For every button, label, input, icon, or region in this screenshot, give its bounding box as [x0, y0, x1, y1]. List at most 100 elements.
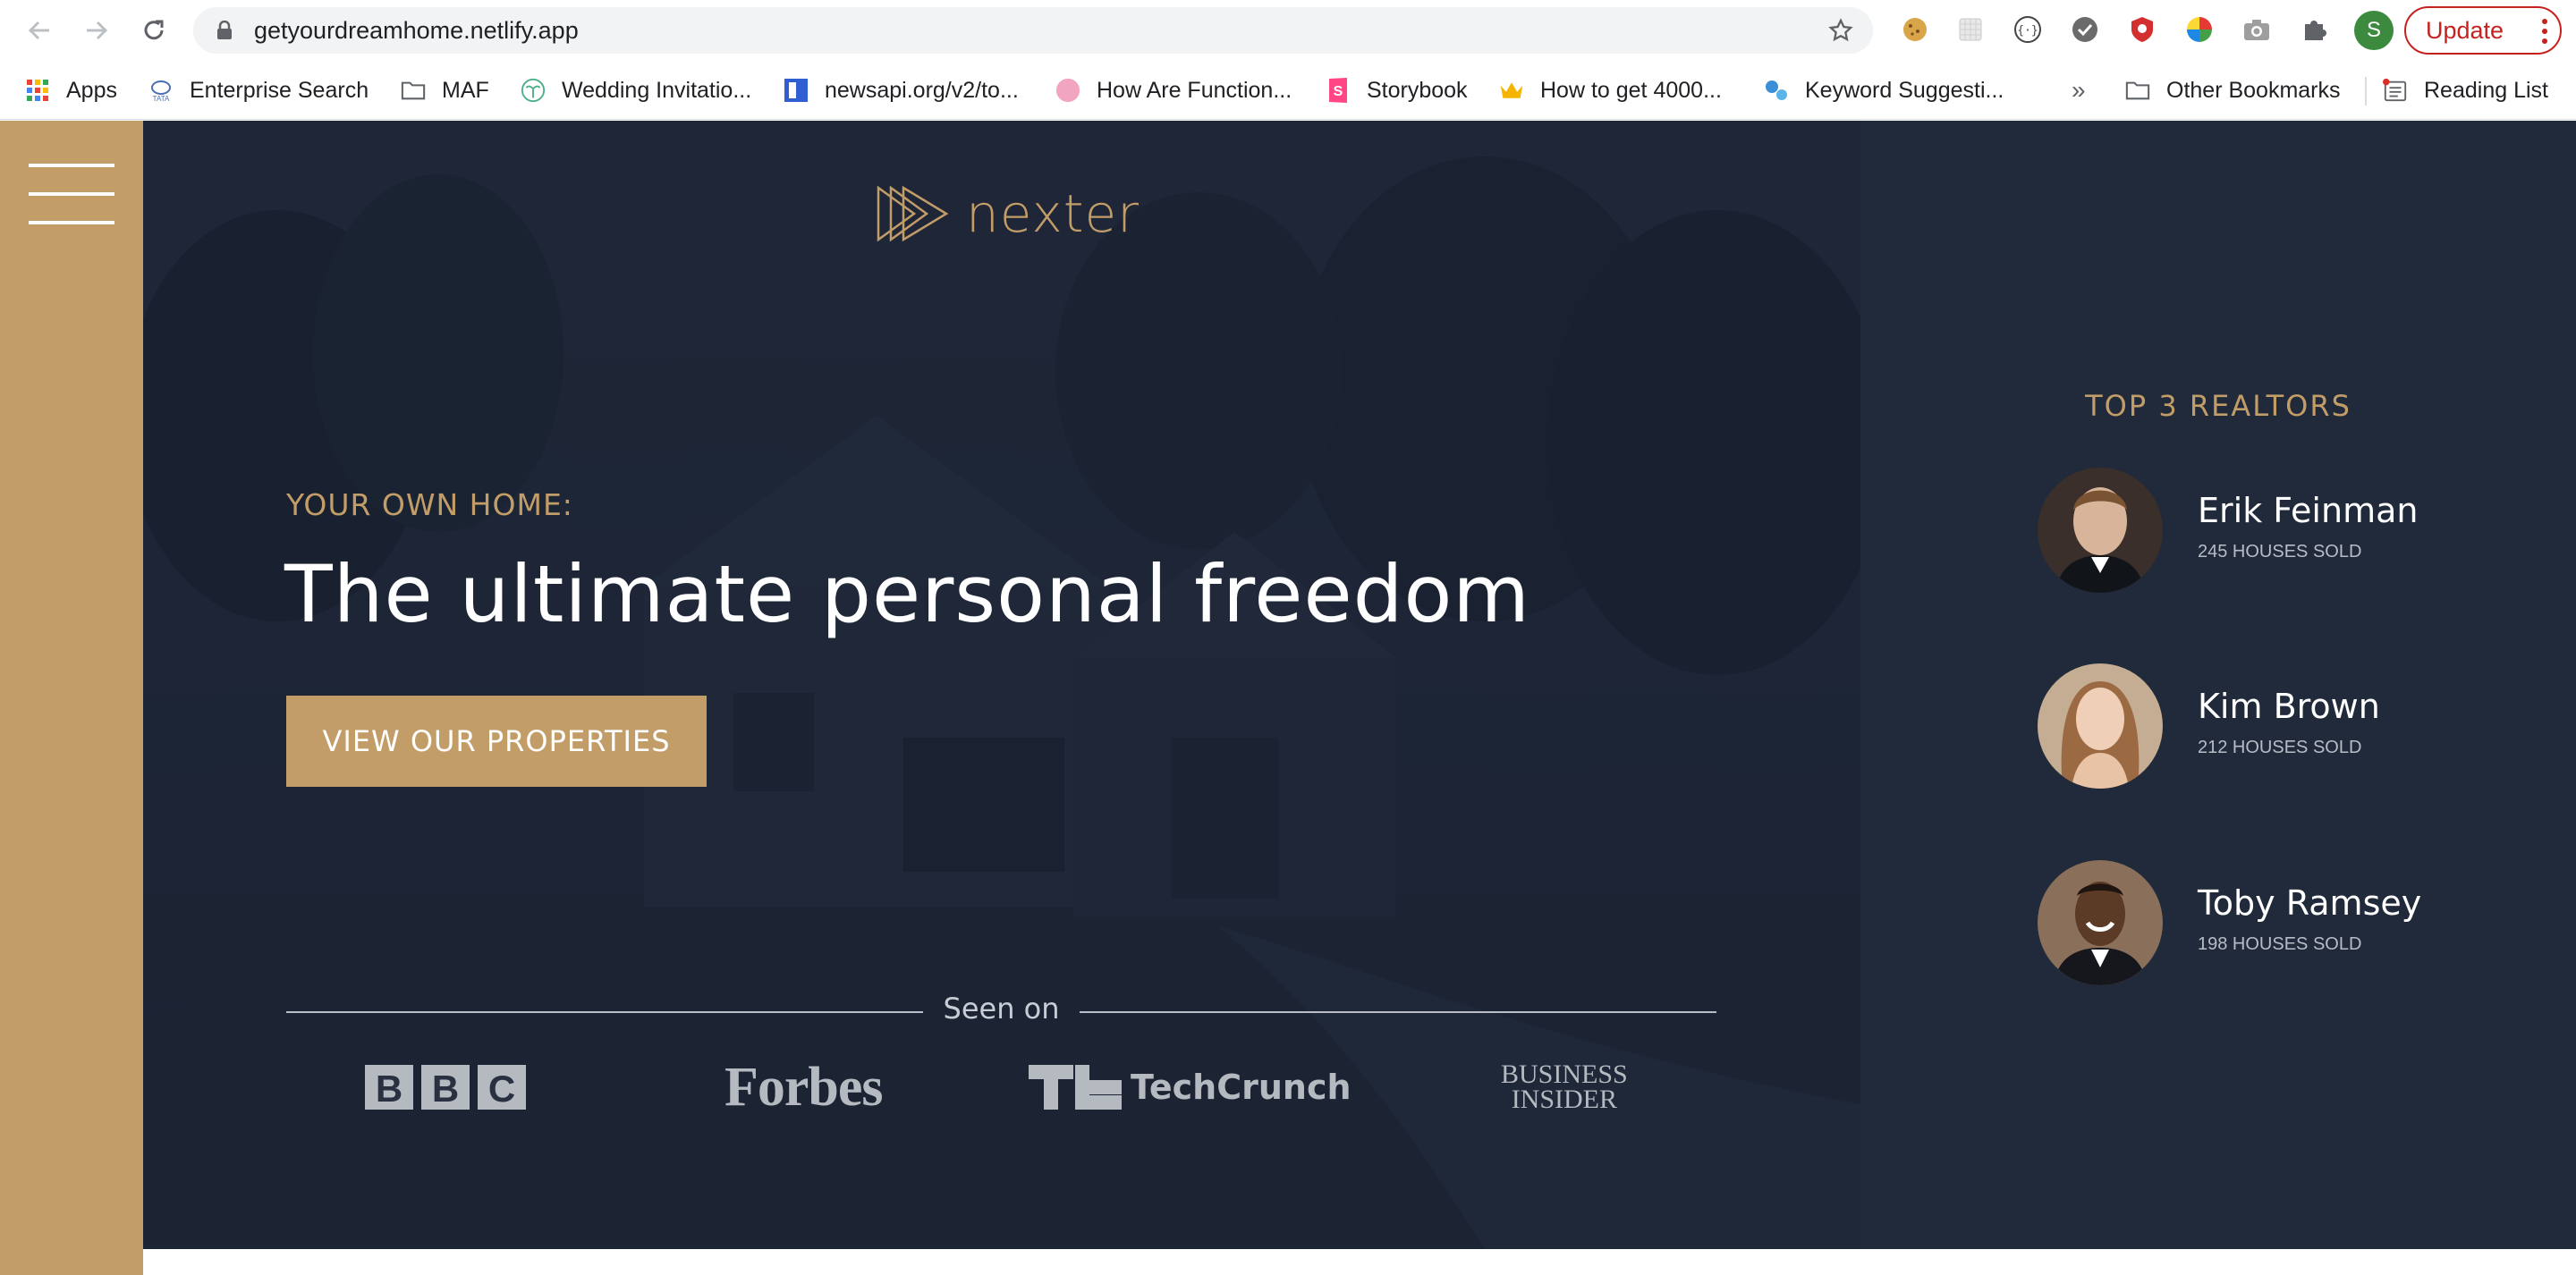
- reload-icon: [144, 20, 164, 40]
- realtor-avatar: [2038, 468, 2163, 593]
- back-arrow-icon: [28, 21, 49, 40]
- profile-avatar[interactable]: S: [2354, 11, 2394, 50]
- business-insider-line-2: INSIDER: [1511, 1085, 1618, 1114]
- realtor-avatar: [2038, 860, 2163, 985]
- hero-section: nexter YOUR OWN HOME: The ultimate perso…: [143, 121, 1860, 1249]
- play-arrows-logo-icon: [877, 186, 949, 241]
- shield-icon[interactable]: [2127, 14, 2157, 45]
- address-bar[interactable]: getyourdreamhome.netlify.app: [193, 7, 1873, 54]
- svg-text:B: B: [376, 1068, 402, 1110]
- bookmark-label: MAF: [442, 77, 489, 103]
- crown-icon: [1499, 78, 1524, 103]
- view-properties-button[interactable]: VIEW OUR PROPERTIES: [286, 696, 707, 787]
- forward-button[interactable]: [79, 13, 114, 48]
- realtors-title: TOP 3 REALTORS: [2085, 389, 2351, 423]
- bookmark-label: How Are Function...: [1097, 77, 1292, 103]
- code-braces-icon[interactable]: {·}: [2012, 14, 2043, 45]
- sidebar: [0, 121, 143, 1275]
- hero-title: The ultimate personal freedom: [284, 548, 1530, 640]
- bookmark-enterprise-search[interactable]: TATA Enterprise Search: [148, 73, 369, 107]
- business-insider-logo: BUSINESS INSIDER: [1501, 1055, 1628, 1119]
- svg-text:B: B: [432, 1068, 459, 1110]
- bookmark-label: Other Bookmarks: [2166, 77, 2341, 103]
- color-wheel-icon[interactable]: [2184, 14, 2215, 45]
- bookmark-keyword[interactable]: Keyword Suggesti...: [1764, 73, 2004, 107]
- back-button[interactable]: [21, 13, 57, 48]
- bookmark-newsapi[interactable]: newsapi.org/v2/to...: [784, 73, 1019, 107]
- realtor-houses-sold: 212 HOUSES SOLD: [2198, 738, 2362, 757]
- tata-icon: TATA: [148, 78, 174, 103]
- puzzle-icon[interactable]: [2299, 14, 2329, 45]
- bookmark-apps[interactable]: Apps: [25, 73, 117, 107]
- bookmark-label: newsapi.org/v2/to...: [825, 77, 1019, 103]
- realtor-name: Toby Ramsey: [2198, 883, 2422, 923]
- techcrunch-text: TechCrunch: [1131, 1068, 1352, 1107]
- bookmark-label: Wedding Invitatio...: [562, 77, 752, 103]
- bookmark-functions[interactable]: How Are Function...: [1055, 73, 1292, 107]
- realtor-card[interactable]: Erik Feinman 245 HOUSES SOLD: [2038, 468, 2538, 593]
- url-text: getyourdreamhome.netlify.app: [254, 17, 579, 44]
- browser-toolbar: getyourdreamhome.netlify.app {·} S Updat…: [0, 0, 2576, 61]
- bookmarks-overflow[interactable]: »: [2072, 73, 2086, 107]
- bookmark-divider: [2365, 77, 2367, 106]
- bookmark-label: Reading List: [2424, 77, 2548, 103]
- hero-subtitle: YOUR OWN HOME:: [286, 487, 573, 522]
- realtors-panel: TOP 3 REALTORS Erik Feinman 245 HOUSES S…: [1860, 121, 2576, 1249]
- reading-list-icon: [2383, 78, 2408, 103]
- realtor-houses-sold: 245 HOUSES SOLD: [2198, 542, 2362, 562]
- palm-icon: [521, 78, 546, 103]
- logo-text: nexter: [966, 183, 1140, 244]
- update-button[interactable]: Update: [2404, 6, 2562, 55]
- keyword-icon: [1764, 78, 1789, 103]
- seen-on-label: Seen on: [943, 992, 1060, 1026]
- svg-text:{·}: {·}: [2017, 24, 2038, 38]
- storybook-icon: S: [1326, 78, 1351, 103]
- pink-dot-icon: [1055, 78, 1080, 103]
- apps-grid-icon: [25, 78, 50, 103]
- svg-text:C: C: [488, 1068, 515, 1110]
- bbc-logo: B B C: [365, 1055, 526, 1119]
- svg-text:TATA: TATA: [153, 95, 170, 103]
- update-label: Update: [2426, 16, 2504, 44]
- forward-arrow-icon: [87, 21, 108, 40]
- realtor-houses-sold: 198 HOUSES SOLD: [2198, 934, 2362, 954]
- realtor-card[interactable]: Kim Brown 212 HOUSES SOLD: [2038, 663, 2538, 789]
- bookmark-storybook[interactable]: S Storybook: [1326, 73, 1468, 107]
- page-below-fold: [143, 1249, 2576, 1275]
- realtor-name: Erik Feinman: [2198, 491, 2419, 530]
- bookmark-wedding[interactable]: Wedding Invitatio...: [521, 73, 751, 107]
- bookmarks-bar: Apps TATA Enterprise Search MAF Wedding …: [0, 61, 2576, 120]
- lock-icon: [217, 21, 232, 39]
- bookmark-how-to-get[interactable]: How to get 4000...: [1499, 73, 1722, 107]
- folder-icon: [401, 78, 426, 103]
- check-circle-icon[interactable]: [2070, 14, 2100, 45]
- bookmark-label: Storybook: [1367, 77, 1468, 103]
- forbes-logo: Forbes: [724, 1056, 884, 1118]
- svg-text:S: S: [1334, 84, 1343, 99]
- bookmark-star-icon[interactable]: [1828, 18, 1853, 43]
- seen-on-divider-right: [1080, 1011, 1716, 1013]
- bookmark-other[interactable]: Other Bookmarks: [2125, 73, 2341, 107]
- bookmark-maf[interactable]: MAF: [401, 73, 489, 107]
- business-insider-line-1: BUSINESS: [1501, 1060, 1628, 1089]
- camera-icon[interactable]: [2241, 14, 2272, 45]
- realtor-card[interactable]: Toby Ramsey 198 HOUSES SOLD: [2038, 860, 2538, 985]
- bookmark-label: Apps: [66, 77, 117, 103]
- realtor-name: Kim Brown: [2198, 687, 2380, 726]
- realtor-avatar: [2038, 663, 2163, 789]
- bookmark-label: Enterprise Search: [190, 77, 369, 103]
- reading-list[interactable]: Reading List: [2383, 73, 2548, 107]
- newsapi-icon: [784, 78, 809, 103]
- techcrunch-logo: TechCrunch: [1029, 1055, 1352, 1119]
- seen-on-divider-left: [286, 1011, 923, 1013]
- hamburger-menu-icon[interactable]: [29, 164, 114, 226]
- nexter-logo[interactable]: nexter: [877, 183, 1140, 244]
- grid-extension-icon[interactable]: [1955, 14, 1986, 45]
- bookmark-label: How to get 4000...: [1540, 77, 1722, 103]
- folder-icon: [2125, 78, 2150, 103]
- more-menu-icon: [2542, 19, 2547, 44]
- reload-button[interactable]: [136, 13, 172, 48]
- bookmark-label: Keyword Suggesti...: [1805, 77, 2004, 103]
- techcrunch-mark-icon: [1029, 1065, 1122, 1110]
- cookie-icon[interactable]: [1900, 14, 1930, 45]
